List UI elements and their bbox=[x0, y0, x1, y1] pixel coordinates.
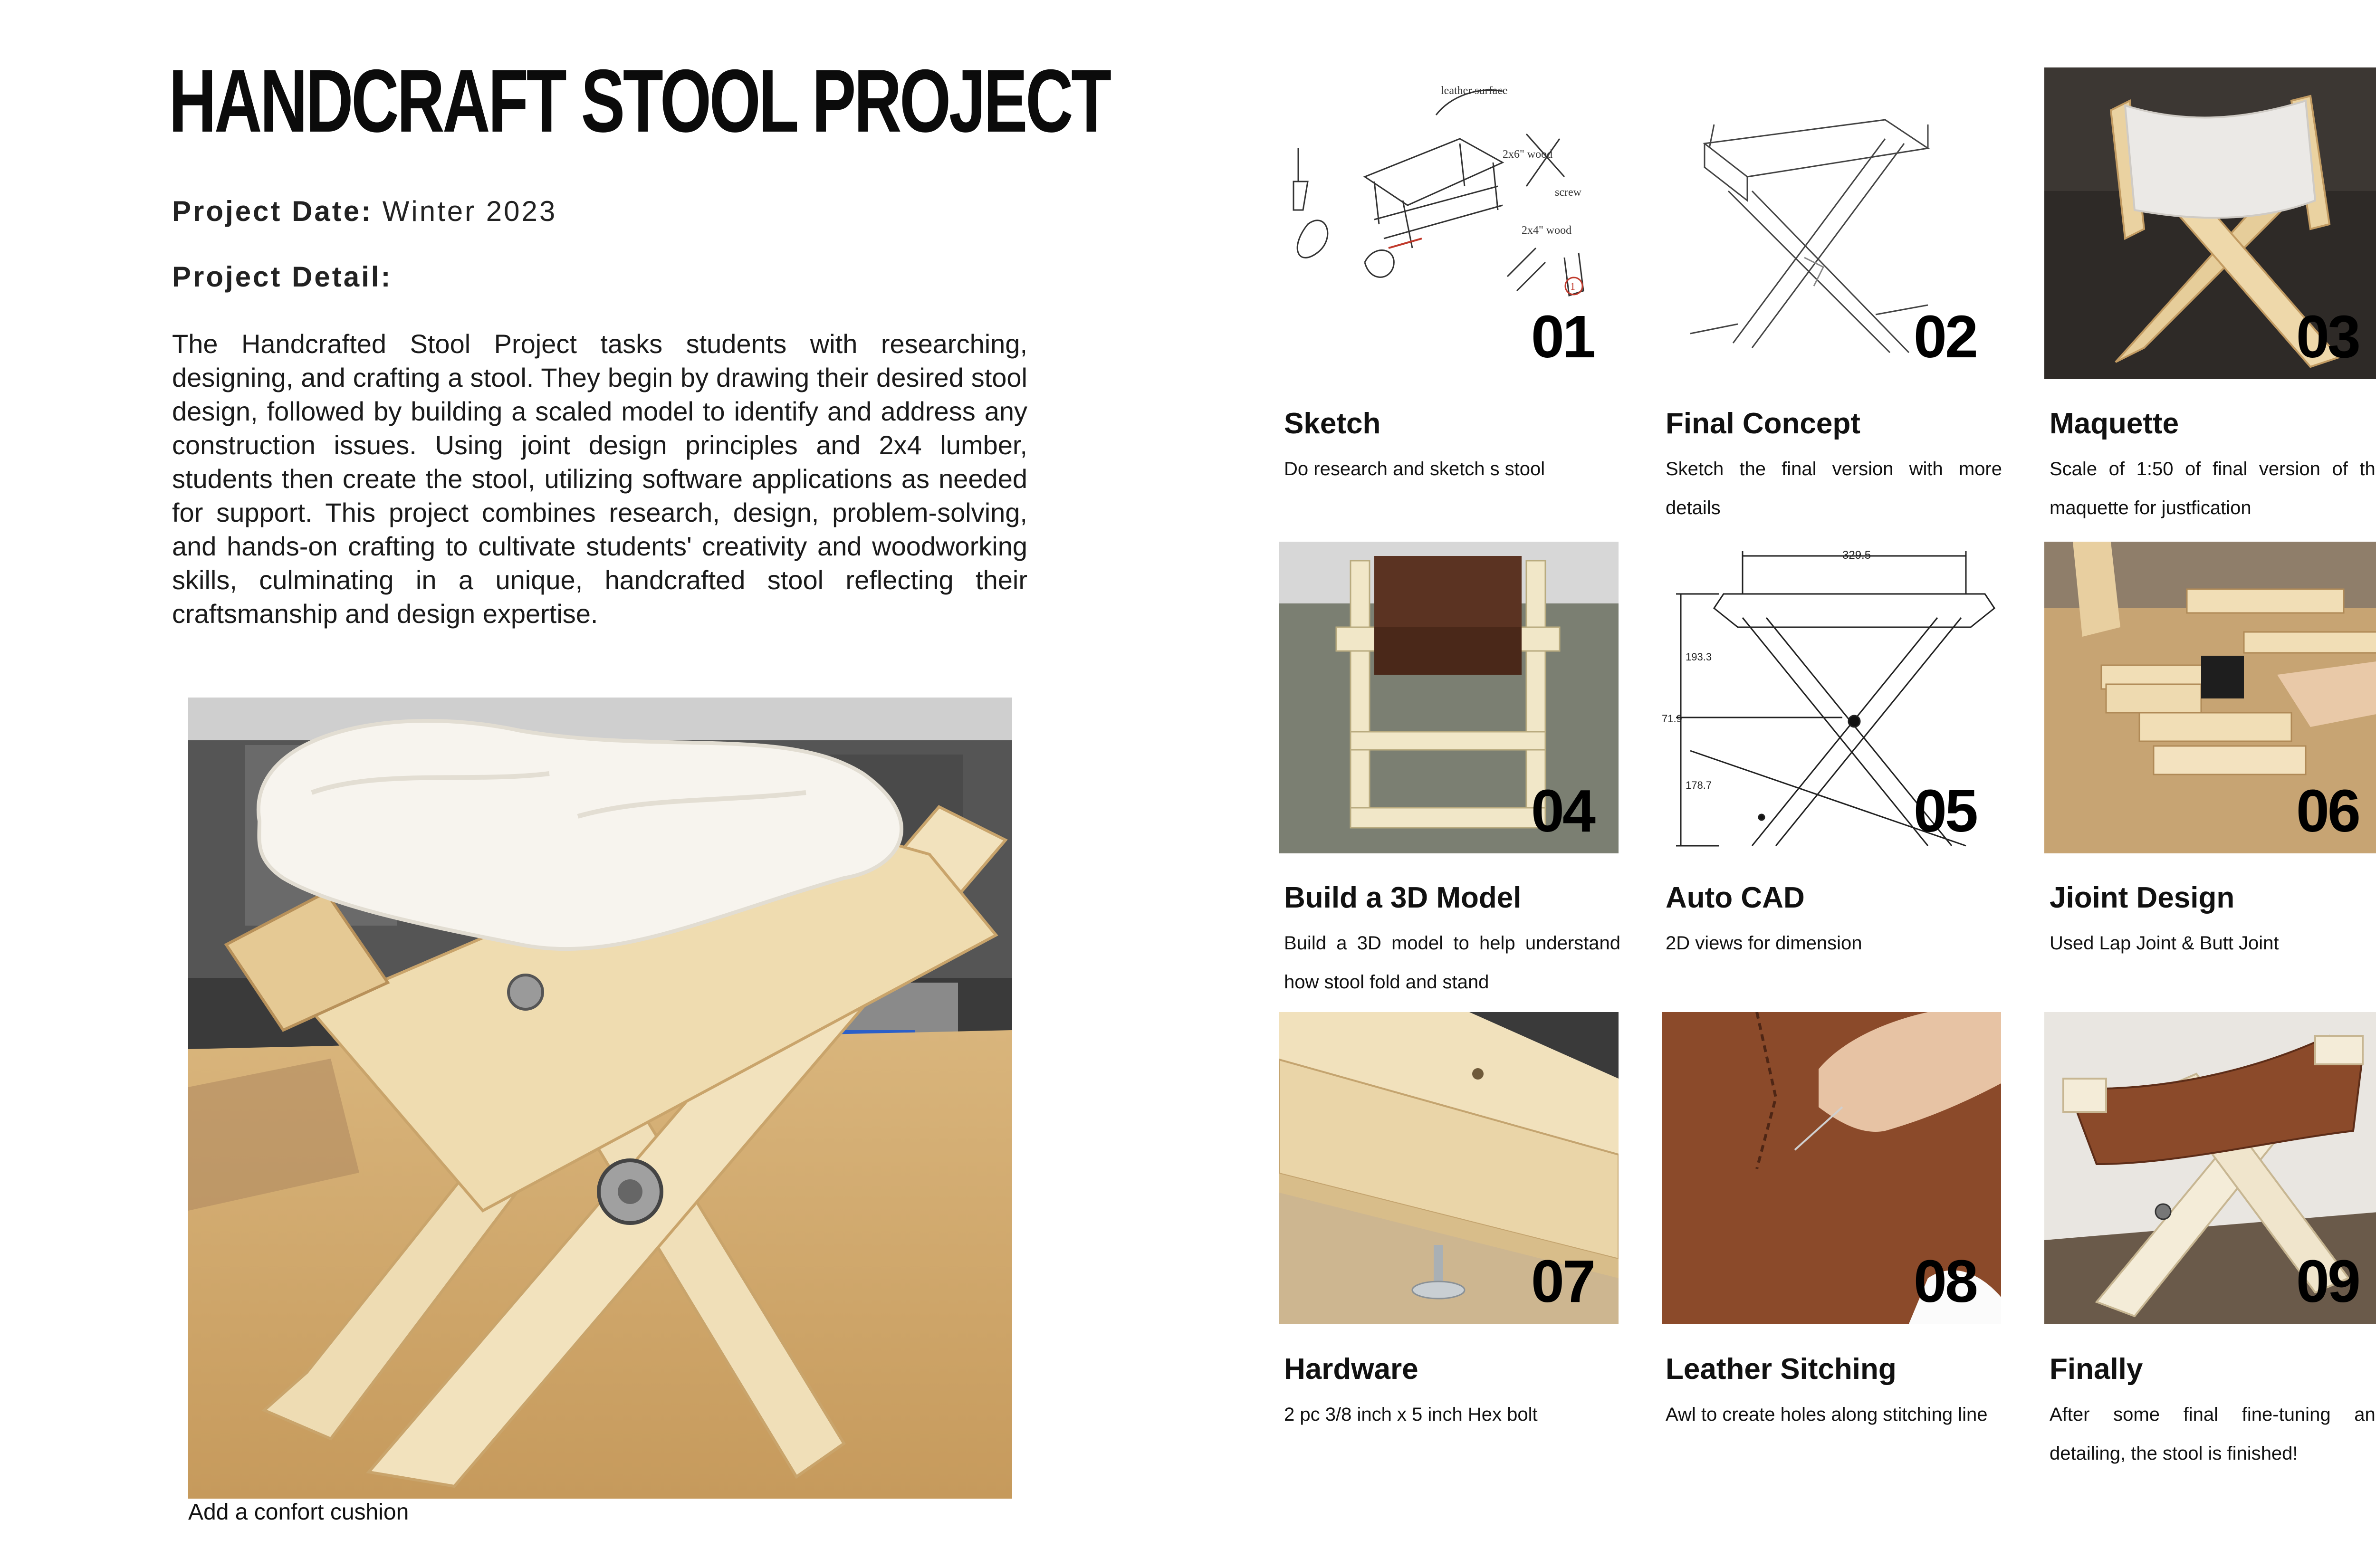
step-number: 01 bbox=[1531, 303, 1596, 370]
step-desc-joint-design: Used Lap Joint & Butt Joint bbox=[2050, 933, 2279, 954]
tile-finally: 09 bbox=[2044, 1012, 2376, 1324]
cad-total-height: 71.9 bbox=[1662, 713, 1682, 725]
project-date-value: Winter 2023 bbox=[382, 195, 557, 227]
project-date-label: Project Date: bbox=[172, 195, 373, 227]
project-description: The Handcrafted Stool Project tasks stud… bbox=[172, 329, 1027, 629]
step-desc-leather-stitching: Awl to create holes along stitching line bbox=[1666, 1404, 1988, 1425]
step-title-hardware: Hardware bbox=[1284, 1353, 1418, 1386]
step-title-joint-design: Jioint Design bbox=[2050, 881, 2235, 914]
cad-top-width: 329.5 bbox=[1842, 549, 1871, 562]
hero-stool-photo bbox=[188, 698, 1012, 1499]
sketch-note-circle: 1 bbox=[1570, 280, 1575, 292]
step-desc-hardware: 2 pc 3/8 inch x 5 inch Hex bolt bbox=[1284, 1404, 1538, 1425]
step-title-leather-stitching: Leather Sitching bbox=[1666, 1353, 1897, 1386]
tile-sketch: leather surface 2x6" wood 2x4" wood scre… bbox=[1279, 67, 1619, 379]
step-number: 03 bbox=[2296, 303, 2361, 370]
sketch-note-screw: screw bbox=[1555, 186, 1582, 199]
tile-3d-model: 04 bbox=[1279, 542, 1619, 853]
tile-leather-stitching: 08 bbox=[1662, 1012, 2001, 1324]
step-title-3d-model: Build a 3D Model bbox=[1284, 881, 1522, 914]
tile-final-concept: 02 bbox=[1662, 67, 2001, 379]
step-number: 09 bbox=[2296, 1248, 2361, 1315]
step-title-final-concept: Final Concept bbox=[1666, 407, 1860, 440]
project-detail-label: Project Detail: bbox=[172, 261, 393, 293]
step-desc-finally: After some final fine-tuning and detaili… bbox=[2050, 1404, 2376, 1464]
cad-upper-height: 193.3 bbox=[1686, 651, 1712, 663]
step-desc-auto-cad: 2D views for dimension bbox=[1666, 933, 1862, 954]
hero-caption: Add a confort cushion bbox=[188, 1500, 409, 1525]
step-number: 02 bbox=[1913, 303, 1978, 370]
step-title-finally: Finally bbox=[2050, 1353, 2143, 1386]
step-title-auto-cad: Auto CAD bbox=[1666, 881, 1805, 914]
sketch-note-2x6: 2x6" wood bbox=[1503, 148, 1552, 161]
tile-joint-design: 06 bbox=[2044, 542, 2376, 853]
step-title-sketch: Sketch bbox=[1284, 407, 1381, 440]
tile-hardware: 07 bbox=[1279, 1012, 1619, 1324]
step-number: 06 bbox=[2296, 777, 2361, 844]
tile-maquette: 03 bbox=[2044, 67, 2376, 379]
cad-lower-height: 178.7 bbox=[1686, 779, 1712, 791]
tile-auto-cad: 329.5 193.3 71.9 178.7 05 bbox=[1662, 542, 2001, 853]
step-title-maquette: Maquette bbox=[2050, 407, 2179, 440]
step-desc-3d-model: Build a 3D model to help understand how … bbox=[1284, 933, 1620, 993]
step-number: 04 bbox=[1531, 777, 1596, 844]
page-title: HANDCRAFT STOOL PROJECT bbox=[169, 51, 1111, 151]
step-desc-final-concept: Sketch the final version with more detai… bbox=[1666, 459, 2002, 518]
project-date: Project Date: Winter 2023 bbox=[172, 195, 557, 228]
step-number: 08 bbox=[1913, 1248, 1978, 1315]
step-desc-sketch: Do research and sketch s stool bbox=[1284, 459, 1545, 479]
step-number: 07 bbox=[1531, 1248, 1596, 1315]
step-number: 05 bbox=[1913, 777, 1978, 844]
sketch-note-2x4: 2x4" wood bbox=[1522, 224, 1571, 237]
step-desc-maquette: Scale of 1:50 of final version of the ma… bbox=[2050, 459, 2376, 518]
sketch-note-leather: leather surface bbox=[1441, 85, 1508, 97]
